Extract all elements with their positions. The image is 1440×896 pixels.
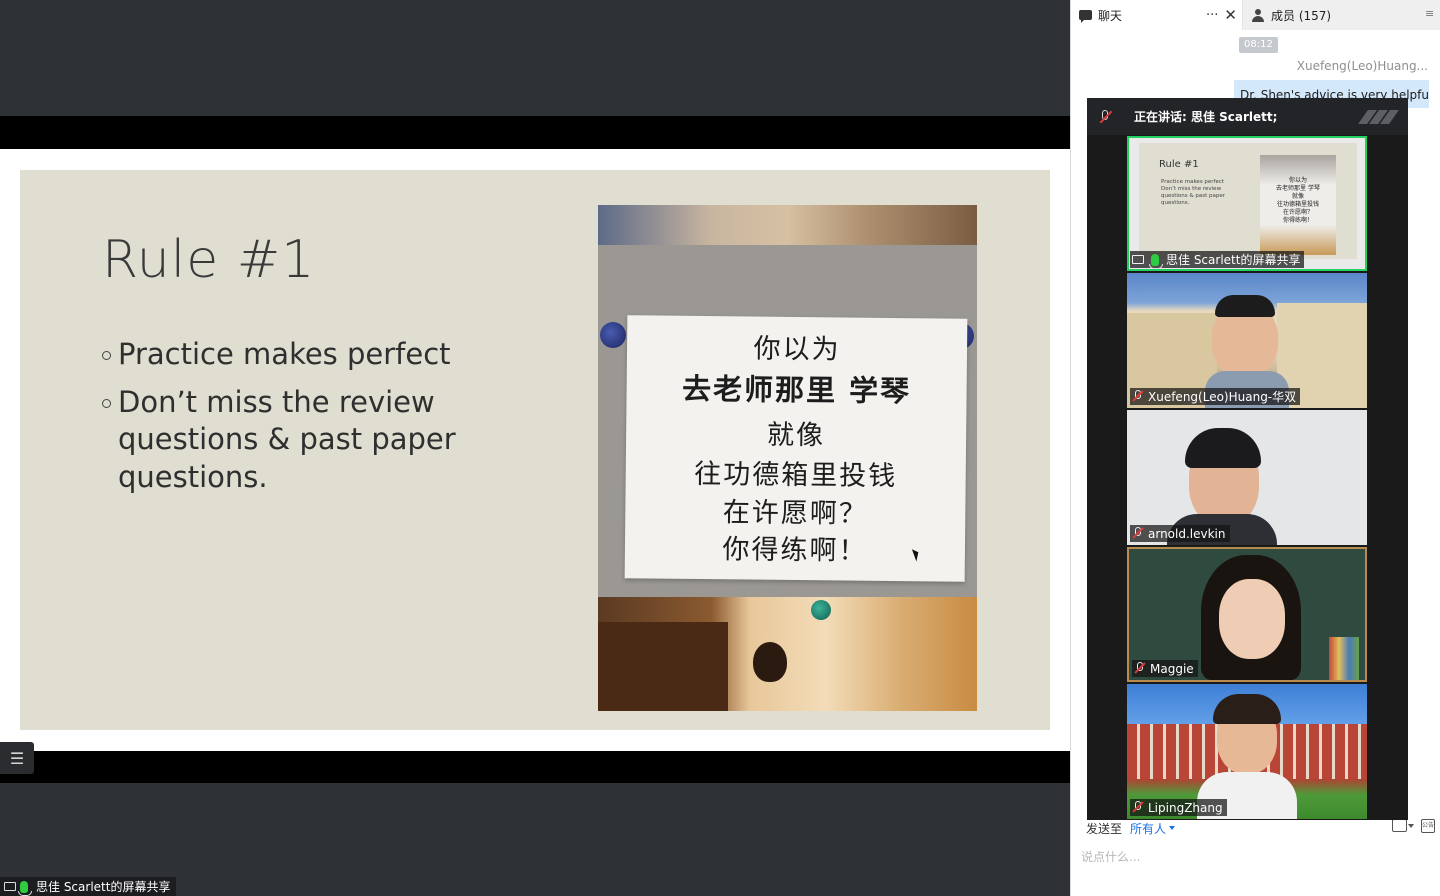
participant-name: 思佳 Scarlett的屏幕共享: [1166, 253, 1301, 267]
announcement-icon[interactable]: 公告: [1421, 819, 1435, 833]
panel-menu-icon[interactable]: ≡: [1425, 8, 1435, 19]
mic-muted-icon: [1132, 390, 1144, 403]
push-pin: [600, 322, 626, 348]
speaking-label: 正在讲话: 思佳 Scarlett;: [1134, 110, 1278, 124]
mini-note-line: 就像: [1291, 193, 1304, 200]
participant-name: arnold.levkin: [1148, 526, 1226, 541]
slide-frame: Rule #1 Practice makes perfect Don’t mis…: [0, 149, 1070, 751]
slide-bullet: Don’t miss the review questions & past p…: [102, 384, 542, 497]
drag-handle-icon[interactable]: [1358, 109, 1399, 124]
tab-members-label: 成员 (157): [1271, 8, 1332, 23]
video-tile-participant[interactable]: Xuefeng(Leo)Huang-华双: [1127, 273, 1367, 408]
mic-on-icon: [1149, 253, 1163, 269]
send-to-dropdown[interactable]: 所有人: [1130, 820, 1176, 837]
send-to-label: 发送至: [1086, 821, 1123, 836]
slide-bullets: Practice makes perfect Don’t miss the re…: [102, 336, 542, 506]
message-timestamp: 08:12: [1239, 37, 1278, 53]
mini-note-line: 去老师那里 学琴: [1276, 185, 1320, 192]
mini-slide: Rule #1 Practice makes perfect Don’t mis…: [1139, 143, 1357, 259]
video-gallery[interactable]: 正在讲话: 思佳 Scarlett; Rule #1 Practice make…: [1087, 98, 1408, 820]
letterbox-top: [0, 116, 1070, 149]
list-icon[interactable]: ☰: [0, 742, 34, 774]
close-icon[interactable]: ✕: [1224, 6, 1242, 24]
sharer-label-text: 思佳 Scarlett的屏幕共享: [36, 880, 171, 894]
gallery-header[interactable]: 正在讲话: 思佳 Scarlett;: [1087, 98, 1408, 135]
caret-down-icon: [1169, 826, 1176, 830]
tile-label: LipingZhang: [1130, 799, 1227, 816]
mic-on-icon: [18, 880, 32, 896]
message-sender: Xuefeng(Leo)Huang...: [1296, 59, 1428, 73]
mic-muted-icon: [1098, 109, 1113, 124]
note-line: 就像: [766, 419, 826, 452]
note-line: 你以为: [753, 333, 841, 366]
chat-input[interactable]: [1081, 848, 1421, 866]
video-tile-screen-share[interactable]: Rule #1 Practice makes perfect Don’t mis…: [1127, 136, 1367, 271]
slide-bullet: Practice makes perfect: [102, 336, 542, 374]
more-options-icon[interactable]: ···: [1206, 8, 1218, 23]
video-tile-participant[interactable]: Maggie: [1127, 547, 1367, 682]
sharer-label: 思佳 Scarlett的屏幕共享: [0, 877, 177, 896]
tab-chat-label: 聊天: [1098, 8, 1123, 23]
tile-label: arnold.levkin: [1130, 525, 1230, 542]
tab-members[interactable]: 成员 (157): [1243, 0, 1440, 30]
participant-face: [1219, 579, 1285, 659]
handwritten-note: 你以为 去老师那里 学琴 就像 往功德箱里投钱 在许愿啊？ 你得练啊！: [624, 315, 968, 582]
screen-share-icon: [1132, 255, 1144, 264]
push-pin: [811, 600, 831, 620]
send-tools: 公告: [1392, 819, 1435, 833]
mic-muted-icon: [1134, 662, 1146, 675]
participant-name: Xuefeng(Leo)Huang-华双: [1148, 390, 1297, 404]
participant-name: Maggie: [1150, 661, 1194, 676]
participant-name: LipingZhang: [1148, 800, 1223, 815]
video-tile-participant[interactable]: LipingZhang: [1127, 684, 1367, 819]
mini-slide-text: Practice makes perfect Don’t miss the re…: [1161, 179, 1226, 206]
file-icon[interactable]: [1392, 819, 1414, 832]
mini-note-line: 在许愿啊？: [1282, 209, 1313, 216]
tile-label: Maggie: [1132, 660, 1198, 677]
shared-screen-area: Rule #1 Practice makes perfect Don’t mis…: [0, 0, 1070, 896]
tile-label: Xuefeng(Leo)Huang-华双: [1130, 388, 1301, 405]
presentation-slide: Rule #1 Practice makes perfect Don’t mis…: [20, 170, 1050, 730]
send-to-value: 所有人: [1130, 821, 1167, 836]
note-line: 往功德箱里投钱: [694, 458, 898, 493]
tile-label: 思佳 Scarlett的屏幕共享: [1130, 251, 1305, 269]
video-tile-participant[interactable]: arnold.levkin: [1127, 410, 1367, 545]
note-line: 去老师那里 学琴: [681, 371, 912, 409]
panel-tabbar: 聊天 ··· ✕ 成员 (157) ≡: [1071, 0, 1440, 30]
mini-slide-title: Rule #1: [1159, 159, 1199, 170]
letterbox-bottom: [0, 751, 1070, 783]
mini-note-line: 你得练啊！: [1282, 217, 1313, 224]
slide-photo: 你以为 去老师那里 学琴 就像 往功德箱里投钱 在许愿啊？ 你得练啊！: [598, 205, 977, 711]
mic-muted-icon: [1132, 527, 1144, 540]
note-line: 在许愿啊？: [722, 497, 868, 530]
mini-note-line: 你以为: [1288, 177, 1307, 184]
person-icon: [1251, 8, 1265, 22]
tab-chat[interactable]: 聊天 ··· ✕: [1071, 0, 1243, 30]
mini-note-line: 往功德箱里投钱: [1276, 201, 1319, 208]
mini-slide-photo: 你以为 去老师那里 学琴 就像 往功德箱里投钱 在许愿啊？ 你得练啊！: [1260, 155, 1336, 255]
mic-muted-icon: [1132, 801, 1144, 814]
screen-share-icon: [4, 882, 16, 891]
chat-bubble-icon: [1079, 10, 1092, 23]
slide-title: Rule #1: [102, 230, 316, 290]
send-to-row: 发送至 所有人: [1086, 820, 1436, 836]
